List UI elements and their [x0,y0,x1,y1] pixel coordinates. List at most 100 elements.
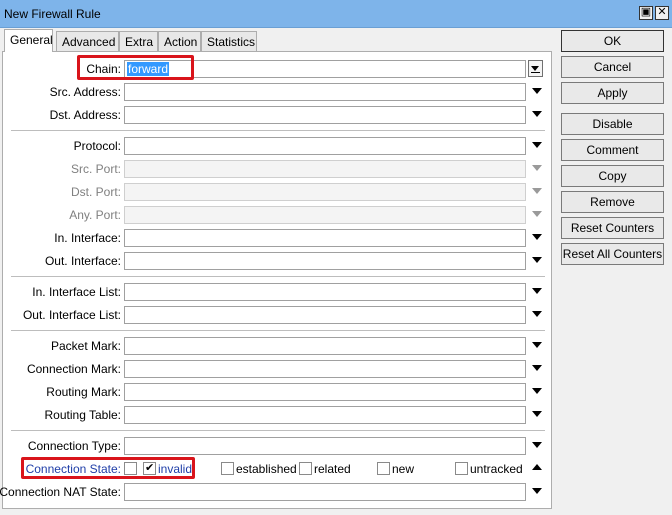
state-new-label: new [392,462,415,476]
protocol-row: Protocol: [3,137,553,155]
connection-type-row: Connection Type: [3,437,553,455]
remove-button[interactable]: Remove [561,191,664,213]
title-bar: New Firewall Rule ▣ ✕ [0,0,672,28]
routing-table-input[interactable] [124,406,526,424]
tab-advanced[interactable]: Advanced [56,31,119,51]
packet-mark-label: Packet Mark: [50,339,121,353]
dst-port-label: Dst. Port: [70,185,121,199]
divider [11,276,545,277]
chevron-down-icon[interactable] [532,442,542,448]
dst-port-input [124,183,526,201]
divider [11,330,545,331]
routing-table-label: Routing Table: [44,408,122,422]
chevron-down-icon[interactable] [532,234,542,240]
any-port-input [124,206,526,224]
in-interface-row: In. Interface: [3,229,553,247]
chevron-down-icon[interactable] [532,142,542,148]
in-interface-input[interactable] [124,229,526,247]
chevron-down-icon[interactable] [532,342,542,348]
tab-action[interactable]: Action [158,31,201,51]
in-interface-list-label: In. Interface List: [32,285,121,299]
src-port-input [124,160,526,178]
src-address-label: Src. Address: [49,85,121,99]
tab-extra[interactable]: Extra [119,31,158,51]
src-port-row: Src. Port: [3,160,553,178]
packet-mark-input[interactable] [124,337,526,355]
src-address-input[interactable] [124,83,526,101]
divider [11,130,545,131]
chevron-down-icon[interactable] [532,365,542,371]
out-interface-row: Out. Interface: [3,252,553,270]
out-interface-list-label: Out. Interface List: [22,308,121,322]
disable-button[interactable]: Disable [561,113,664,135]
reset-all-counters-button[interactable]: Reset All Counters [561,243,664,265]
routing-mark-row: Routing Mark: [3,383,553,401]
dst-address-label: Dst. Address: [49,108,121,122]
connection-nat-state-input[interactable] [124,483,526,501]
close-icon[interactable]: ✕ [655,6,669,20]
cancel-button[interactable]: Cancel [561,56,664,78]
in-interface-label: In. Interface: [54,231,121,245]
state-new-checkbox[interactable] [377,462,390,475]
chevron-down-icon[interactable] [532,111,542,117]
protocol-label: Protocol: [73,139,121,153]
ok-button[interactable]: OK [561,30,664,52]
chevron-down-icon[interactable] [532,88,542,94]
chevron-down-icon [532,188,542,194]
chevron-down-icon[interactable] [532,411,542,417]
dst-port-row: Dst. Port: [3,183,553,201]
state-related-label: related [314,462,351,476]
dst-address-row: Dst. Address: [3,106,553,124]
out-interface-list-input[interactable] [124,306,526,324]
dst-address-input[interactable] [124,106,526,124]
out-interface-label: Out. Interface: [44,254,121,268]
state-untracked-label: untracked [470,462,523,476]
comment-button[interactable]: Comment [561,139,664,161]
in-interface-list-input[interactable] [124,283,526,301]
out-interface-list-row: Out. Interface List: [3,306,553,324]
chevron-down-icon[interactable] [532,488,542,494]
protocol-input[interactable] [124,137,526,155]
apply-button[interactable]: Apply [561,82,664,104]
chevron-down-icon[interactable] [532,257,542,263]
chevron-down-icon [531,66,539,71]
restore-icon[interactable]: ▣ [639,6,653,20]
chain-highlight [77,55,194,80]
packet-mark-row: Packet Mark: [3,337,553,355]
any-port-row: Any. Port: [3,206,553,224]
chevron-down-icon[interactable] [532,311,542,317]
copy-button[interactable]: Copy [561,165,664,187]
connection-mark-row: Connection Mark: [3,360,553,378]
out-interface-input[interactable] [124,252,526,270]
connection-state-highlight [21,457,195,479]
tab-statistics[interactable]: Statistics [201,31,257,51]
chevron-down-icon [532,211,542,217]
divider [11,430,545,431]
state-established-label: established [236,462,297,476]
state-related-checkbox[interactable] [299,462,312,475]
connection-type-input[interactable] [124,437,526,455]
src-port-label: Src. Port: [70,162,121,176]
chevron-down-icon [532,165,542,171]
src-address-row: Src. Address: [3,83,553,101]
in-interface-list-row: In. Interface List: [3,283,553,301]
connection-type-label: Connection Type: [27,439,121,453]
connection-mark-label: Connection Mark: [26,362,121,376]
routing-mark-input[interactable] [124,383,526,401]
general-panel: Chain: forward Src. Address: Dst. Addres… [0,51,553,509]
chevron-down-icon[interactable] [532,288,542,294]
state-untracked-checkbox[interactable] [455,462,468,475]
chevron-down-icon[interactable] [532,388,542,394]
chain-dropdown-button[interactable] [528,60,543,77]
any-port-label: Any. Port: [69,208,121,222]
tab-general[interactable]: General [4,29,53,52]
connection-nat-state-label: Connection NAT State: [0,485,121,499]
connection-nat-state-row: Connection NAT State: [0,483,553,501]
routing-mark-label: Routing Mark: [46,385,121,399]
window-title: New Firewall Rule [4,7,101,21]
routing-table-row: Routing Table: [3,406,553,424]
connection-mark-input[interactable] [124,360,526,378]
reset-counters-button[interactable]: Reset Counters [561,217,664,239]
chevron-up-icon[interactable] [532,464,542,470]
state-established-checkbox[interactable] [221,462,234,475]
